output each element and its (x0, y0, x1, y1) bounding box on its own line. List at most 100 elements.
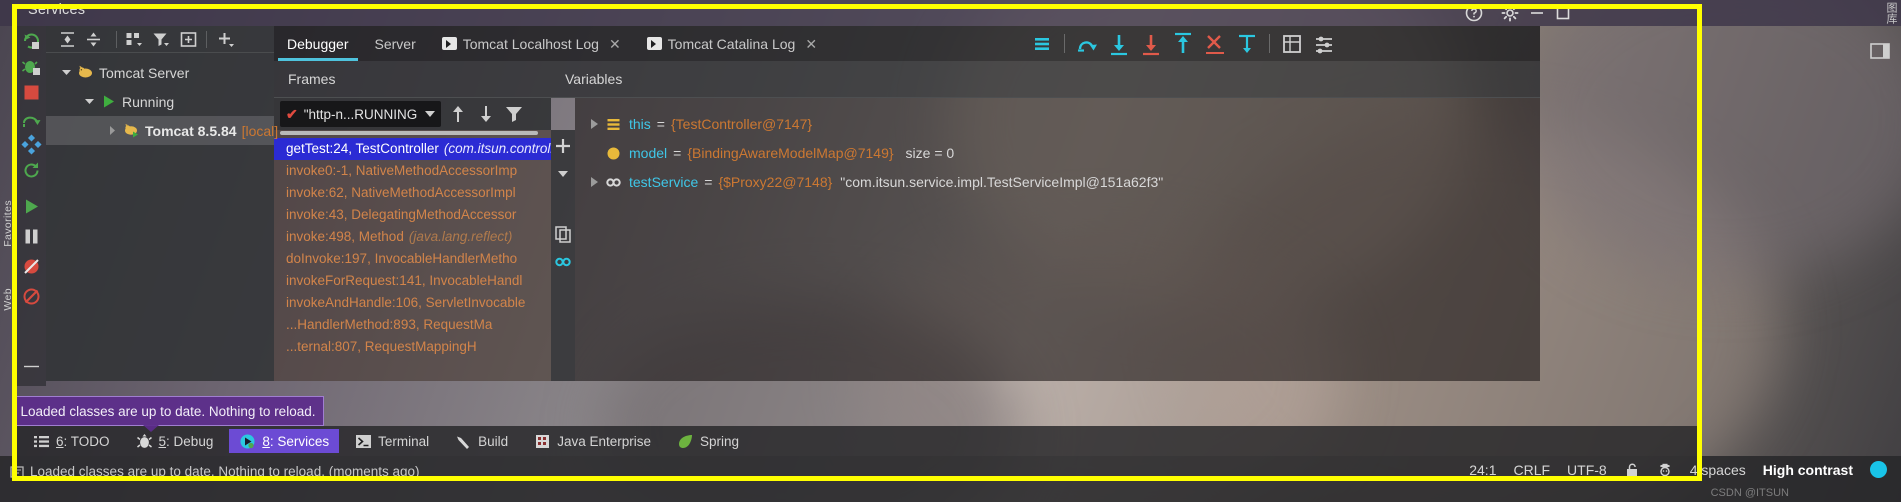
java-enterprise-icon (536, 434, 550, 448)
variables-list[interactable]: this = {TestController@7147} model = {Bi… (575, 98, 1540, 381)
chevron-down-icon[interactable] (60, 66, 73, 79)
frame-list-item[interactable]: invoke:43, DelegatingMethodAccessor (274, 204, 551, 226)
close-icon[interactable]: ✕ (609, 37, 621, 51)
tool-window-terminal[interactable]: Terminal (345, 429, 439, 453)
tool-window-build[interactable]: Build (445, 429, 518, 453)
settings-sliders-icon[interactable] (1311, 31, 1337, 57)
caret-position[interactable]: 24:1 (1469, 462, 1496, 478)
copy-value-icon[interactable] (553, 224, 573, 244)
tab-debugger[interactable]: Debugger (274, 26, 362, 61)
resume-program-icon[interactable] (21, 196, 42, 217)
expand-all-icon[interactable] (58, 30, 77, 49)
frame-list-item[interactable]: invoke0:-1, NativeMethodAccessorImp (274, 160, 551, 182)
frame-list-item[interactable]: getTest:24, TestController (com.itsun.co… (274, 138, 551, 160)
tool-window-services[interactable]: 8: Services (229, 429, 340, 453)
tab-server[interactable]: Server (362, 26, 429, 61)
tool-window-shortcut: 5 (158, 433, 167, 449)
high-contrast-badge[interactable]: High contrast (1763, 462, 1853, 478)
rerun-icon[interactable] (21, 30, 42, 51)
variable-row[interactable]: this = {TestController@7147} (575, 110, 1540, 138)
frame-label: invoke:62, NativeMethodAccessorImpl (286, 185, 516, 201)
terminal-icon (356, 434, 372, 448)
frame-list-item[interactable]: invoke:498, Method (java.lang.reflect) (274, 226, 551, 248)
evaluate-expression-icon[interactable] (1279, 31, 1305, 57)
add-to-watches-icon[interactable] (553, 136, 573, 156)
tool-window-todo[interactable]: 6: TODO (23, 429, 120, 453)
collapse-frames-icon[interactable] (553, 164, 573, 184)
chevron-down-icon[interactable] (83, 95, 96, 108)
frame-list-item[interactable]: doInvoke:197, InvocableHandlerMetho (274, 248, 551, 270)
collapse-all-icon[interactable] (84, 30, 103, 49)
chevron-down-icon[interactable] (425, 111, 436, 117)
settings-gear-icon[interactable] (1500, 3, 1520, 23)
running-node[interactable]: Running (46, 87, 274, 116)
filter-icon[interactable] (151, 30, 170, 49)
tomcat-instance-node[interactable]: Tomcat 8.5.84 [local] (46, 116, 278, 145)
minimize-button[interactable] (1527, 3, 1547, 23)
frame-list-item[interactable]: invokeAndHandle:106, ServletInvocable (274, 292, 551, 314)
frame-list-item[interactable]: invoke:62, NativeMethodAccessorImpl (274, 182, 551, 204)
frame-list-item[interactable]: ...ternal:807, RequestMappingH (274, 336, 551, 358)
log-play-icon (646, 37, 662, 50)
status-indicator-dot[interactable] (1870, 461, 1887, 478)
variable-row[interactable]: model = {BindingAwareModelMap@7149} size… (575, 139, 1540, 167)
tool-window-spring[interactable]: Spring (667, 429, 749, 453)
chevron-right-icon[interactable] (591, 119, 598, 129)
equals-sign: = (656, 116, 665, 132)
drop-frame-icon[interactable] (1202, 31, 1228, 57)
help-icon[interactable] (1464, 3, 1484, 23)
tool-window-debug[interactable]: 5: Debug (126, 429, 224, 453)
close-icon[interactable]: ✕ (805, 37, 817, 51)
line-separator[interactable]: CRLF (1513, 462, 1550, 478)
chevron-right-icon[interactable] (591, 177, 598, 187)
indent-setting[interactable]: 4 spaces (1690, 462, 1746, 478)
tool-window-label: : TODO (63, 433, 110, 449)
tab-tomcat-catalina-log[interactable]: Tomcat Catalina Log ✕ (634, 26, 830, 61)
thread-selector[interactable]: ✔ "http-n...RUNNING (280, 101, 442, 127)
mute-breakpoints-icon[interactable] (21, 256, 42, 277)
force-step-into-icon[interactable] (1138, 31, 1164, 57)
watermark: CSDN @ITSUN (1710, 487, 1789, 499)
refresh-icon[interactable] (21, 160, 42, 181)
chevron-placeholder-icon (591, 148, 598, 158)
frame-list-item[interactable]: invokeForRequest:141, InvocableHandl (274, 270, 551, 292)
step-into-icon[interactable] (1106, 31, 1132, 57)
frames-scrollbar[interactable] (280, 131, 538, 135)
status-message-icon (10, 466, 24, 478)
hector-inspection-icon[interactable] (1657, 462, 1673, 478)
file-encoding[interactable]: UTF-8 (1567, 462, 1607, 478)
step-out-icon[interactable] (1170, 31, 1196, 57)
step-over-icon[interactable] (1074, 31, 1100, 57)
inspect-object-icon[interactable] (553, 252, 573, 272)
frame-label: ...HandlerMethod:893, RequestMa (286, 317, 493, 333)
frame-list-item[interactable]: ...HandlerMethod:893, RequestMa (274, 314, 551, 336)
wallpaper-blob (1520, 0, 1901, 280)
chevron-right-icon[interactable] (106, 124, 119, 137)
frames-list[interactable]: getTest:24, TestController (com.itsun.co… (274, 130, 551, 381)
services-icon (240, 434, 255, 448)
debug-bug-icon[interactable] (21, 56, 42, 77)
console-layout-icon[interactable] (1029, 31, 1055, 57)
frames-down-icon[interactable] (475, 103, 497, 125)
lock-icon[interactable] (1624, 462, 1640, 478)
object-circle-icon (607, 147, 620, 159)
side-label-web[interactable]: Web (2, 288, 14, 311)
group-by-icon[interactable] (124, 30, 143, 49)
variable-row[interactable]: testService = {$Proxy22@7148} "com.itsun… (575, 168, 1540, 196)
frames-up-icon[interactable] (447, 103, 469, 125)
pause-program-icon[interactable] (21, 226, 42, 247)
step-over-icon[interactable] (21, 108, 42, 129)
tool-window-java-enterprise[interactable]: Java Enterprise (524, 429, 661, 453)
right-panel-toggle-icon[interactable] (1869, 40, 1891, 62)
no-breakpoints-icon[interactable] (21, 286, 42, 307)
add-service-icon[interactable] (216, 30, 235, 49)
add-frame-icon[interactable] (179, 30, 198, 49)
maximize-button[interactable] (1553, 3, 1573, 23)
tomcat-server-node[interactable]: Tomcat Server (46, 58, 274, 87)
side-label-favorites[interactable]: Favorites (2, 200, 14, 247)
layout-icon[interactable] (21, 134, 42, 155)
tab-tomcat-localhost-log[interactable]: Tomcat Localhost Log ✕ (429, 26, 634, 61)
stop-icon[interactable] (21, 82, 42, 103)
run-to-cursor-icon[interactable] (1234, 31, 1260, 57)
frames-filter-icon[interactable] (503, 103, 525, 125)
